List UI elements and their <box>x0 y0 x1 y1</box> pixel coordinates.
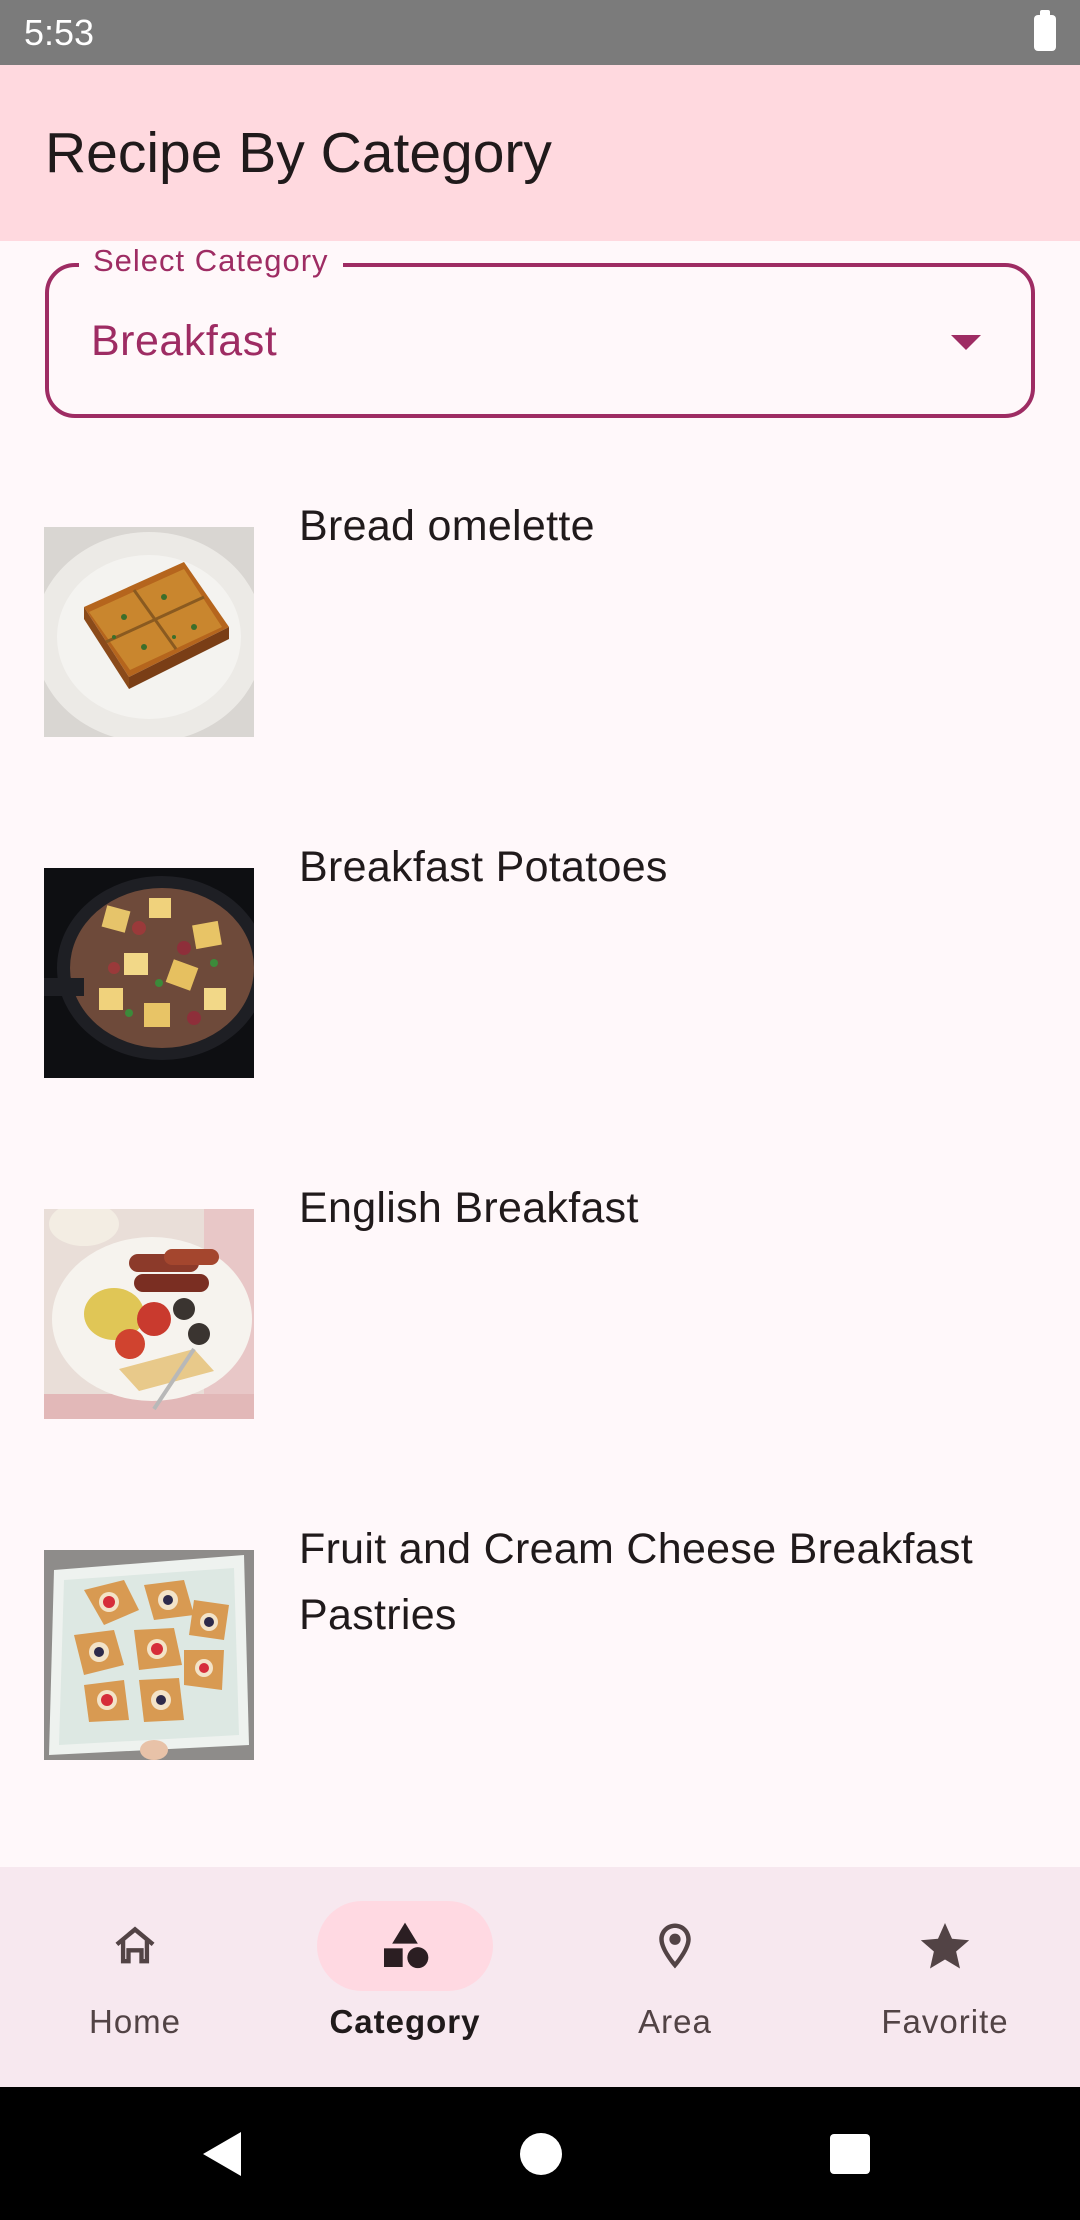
status-bar: 5:53 <box>0 0 1080 65</box>
star-icon <box>920 1923 970 1969</box>
category-icon <box>384 1922 429 1969</box>
nav-item-area[interactable]: Area <box>540 1867 810 2087</box>
recipe-title: English Breakfast <box>299 1184 639 1232</box>
nav-label-favorite: Favorite <box>881 2003 1009 2040</box>
recipe-thumbnail-image <box>44 1209 254 1419</box>
recipe-item-bread-omelette[interactable]: Bread omelette <box>0 420 1080 737</box>
nav-label-area: Area <box>638 2003 712 2040</box>
nav-item-favorite[interactable]: Favorite <box>810 1867 1080 2087</box>
home-icon <box>115 1926 155 1964</box>
category-dropdown[interactable]: Select Category Breakfast <box>45 243 1035 418</box>
recipe-item-fruit-cream-cheese-pastries[interactable]: Fruit and Cream Cheese Breakfast Pastrie… <box>0 1443 1080 1760</box>
home-circle-icon[interactable] <box>520 2133 562 2175</box>
category-dropdown-label: Select Category <box>79 243 343 279</box>
chevron-down-icon[interactable] <box>951 335 981 350</box>
back-icon[interactable] <box>203 2132 241 2176</box>
nav-item-home[interactable]: Home <box>0 1867 270 2087</box>
recipe-item-english-breakfast[interactable]: English Breakfast <box>0 1102 1080 1419</box>
battery-icon <box>1034 9 1056 51</box>
nav-item-category[interactable]: Category <box>270 1867 540 2087</box>
page-title: Recipe By Category <box>45 121 552 185</box>
top-app-bar: Recipe By Category <box>0 65 1080 241</box>
recipe-title: Fruit and Cream Cheese Breakfast Pastrie… <box>299 1525 973 1639</box>
recipe-thumbnail-image <box>44 868 254 1078</box>
recipe-item-breakfast-potatoes[interactable]: Breakfast Potatoes <box>0 761 1080 1078</box>
nav-label-home: Home <box>88 2003 182 2040</box>
recents-icon[interactable] <box>830 2134 870 2174</box>
recipe-thumbnail-image <box>44 527 254 737</box>
location-pin-icon <box>659 1923 691 1969</box>
status-time: 5:53 <box>24 11 95 53</box>
recipe-title: Bread omelette <box>299 502 595 550</box>
system-navigation-bar <box>0 2087 1080 2220</box>
bottom-navigation-bar: Home Category Area Favorite <box>0 1867 1080 2087</box>
nav-label-category: Category <box>329 2003 481 2040</box>
recipe-title: Breakfast Potatoes <box>299 843 668 891</box>
category-dropdown-value: Breakfast <box>91 317 278 365</box>
recipe-thumbnail-image <box>44 1550 254 1760</box>
